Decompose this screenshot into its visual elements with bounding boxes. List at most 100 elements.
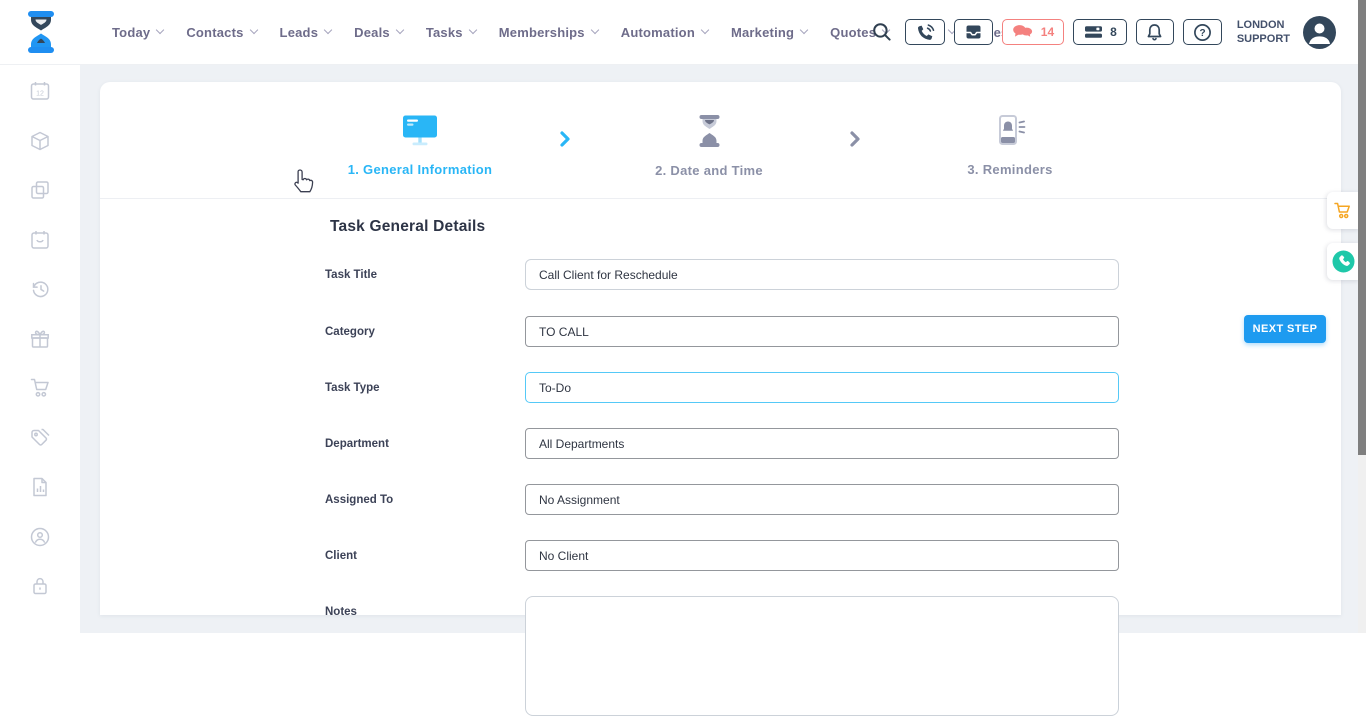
sidebar-item-reports[interactable] (28, 475, 52, 499)
app-logo[interactable] (18, 9, 64, 55)
main-content-area: 1. General Information 2. Date and Time (80, 64, 1366, 633)
cart-icon (1333, 201, 1353, 221)
tickets-button[interactable]: 8 (1073, 19, 1127, 45)
assigned-to-label: Assigned To (325, 484, 393, 515)
nav-item-automation[interactable]: Automation (621, 25, 708, 40)
chevron-right-icon (558, 130, 572, 148)
calendar-icon: 12 (28, 79, 52, 103)
wizard-step-label: 1. General Information (348, 162, 493, 177)
wizard-step-date-and-time[interactable]: 2. Date and Time (599, 114, 819, 178)
form-row-notes: Notes (325, 596, 1225, 627)
department-label: Department (325, 428, 389, 459)
task-title-input[interactable] (525, 259, 1119, 290)
chevron-down-icon (156, 26, 164, 34)
nav-label: Memberships (499, 25, 585, 40)
report-icon (28, 475, 52, 499)
form-row-department: Department (325, 428, 1225, 459)
user-name-line2: SUPPORT (1237, 32, 1290, 46)
tags-icon (28, 426, 52, 450)
sidebar-item-bookings[interactable] (28, 228, 52, 252)
client-select[interactable] (525, 540, 1119, 571)
wizard-step-label: 3. Reminders (967, 162, 1052, 177)
chevron-down-icon (324, 26, 332, 34)
form-row-category: Category (325, 316, 1225, 347)
form-row-task-type: Task Type (325, 372, 1225, 403)
help-icon: ? (1193, 23, 1212, 42)
wizard-step-label: 2. Date and Time (655, 163, 763, 178)
next-step-button[interactable]: NEXT STEP (1244, 315, 1326, 343)
nav-item-leads[interactable]: Leads (280, 25, 332, 40)
chat-bubbles-icon (1012, 24, 1035, 41)
tickets-icon (1083, 24, 1104, 40)
sidebar-item-orders[interactable] (28, 376, 52, 400)
sidebar-item-products[interactable] (28, 129, 52, 153)
nav-label: Leads (280, 25, 319, 40)
sidebar-item-security[interactable] (28, 574, 52, 598)
user-icon (1303, 16, 1336, 49)
nav-label: Quotes (830, 25, 876, 40)
assigned-to-select[interactable] (525, 484, 1119, 515)
phone-support-button[interactable] (1327, 243, 1359, 280)
chevron-right-icon (848, 130, 862, 148)
ticket-count-badge: 8 (1110, 25, 1117, 39)
wizard-steps: 1. General Information 2. Date and Time (100, 82, 1341, 199)
user-name-line1: LONDON (1237, 18, 1290, 32)
notes-textarea[interactable] (525, 596, 1119, 716)
chevron-down-icon (249, 26, 257, 34)
cart-icon (28, 376, 52, 400)
form-row-task-title: Task Title (325, 259, 1225, 290)
form-row-assigned-to: Assigned To (325, 484, 1225, 515)
scrollbar-track[interactable] (1358, 0, 1366, 633)
sidebar-item-calendar[interactable]: 12 (28, 79, 52, 103)
help-button[interactable]: ? (1183, 19, 1222, 45)
nav-item-tasks[interactable]: Tasks (426, 25, 476, 40)
task-type-label: Task Type (325, 372, 380, 403)
scrollbar-thumb[interactable] (1358, 0, 1366, 455)
lock-icon (28, 574, 52, 598)
nav-item-memberships[interactable]: Memberships (499, 25, 598, 40)
wizard-step-reminders[interactable]: 3. Reminders (900, 114, 1120, 177)
hourglass-logo-icon (18, 9, 64, 55)
notes-label: Notes (325, 596, 357, 627)
wizard-step-general-information[interactable]: 1. General Information (310, 114, 530, 177)
form-title: Task General Details (330, 218, 485, 236)
bell-icon (1146, 23, 1163, 42)
task-title-label: Task Title (325, 259, 377, 290)
chevron-down-icon (468, 26, 476, 34)
sidebar-item-rewards[interactable] (28, 327, 52, 351)
nav-item-marketing[interactable]: Marketing (731, 25, 807, 40)
user-avatar[interactable] (1303, 16, 1336, 49)
nav-label: Deals (354, 25, 390, 40)
sidebar-item-history[interactable] (28, 277, 52, 301)
package-icon (28, 129, 52, 153)
chat-count-badge: 14 (1041, 25, 1054, 39)
sidebar-item-account[interactable] (28, 525, 52, 549)
chevron-down-icon (591, 26, 599, 34)
department-select[interactable] (525, 428, 1119, 459)
search-icon (872, 22, 892, 42)
task-type-select[interactable] (525, 372, 1119, 403)
inbox-button[interactable] (954, 19, 993, 45)
nav-label: Marketing (731, 25, 794, 40)
chat-messages-button[interactable]: 14 (1002, 19, 1064, 45)
left-sidebar: 12 (0, 64, 80, 633)
chevron-down-icon (396, 26, 404, 34)
cart-quick-button[interactable] (1327, 192, 1359, 229)
category-select[interactable] (525, 316, 1119, 347)
category-label: Category (325, 316, 375, 347)
nav-label: Contacts (186, 25, 243, 40)
nav-item-deals[interactable]: Deals (354, 25, 403, 40)
notifications-button[interactable] (1136, 19, 1174, 45)
phone-alert-icon (993, 114, 1027, 147)
calls-button[interactable] (905, 19, 945, 45)
sidebar-item-pricing[interactable] (28, 426, 52, 450)
search-button[interactable] (872, 22, 892, 42)
task-wizard-card: 1. General Information 2. Date and Time (100, 82, 1341, 615)
svg-text:12: 12 (36, 91, 44, 98)
nav-label: Tasks (426, 25, 463, 40)
phone-circle-icon (1332, 250, 1355, 273)
history-icon (28, 277, 52, 301)
nav-item-today[interactable]: Today (112, 25, 163, 40)
sidebar-item-duplicates[interactable] (28, 178, 52, 202)
nav-item-contacts[interactable]: Contacts (186, 25, 256, 40)
